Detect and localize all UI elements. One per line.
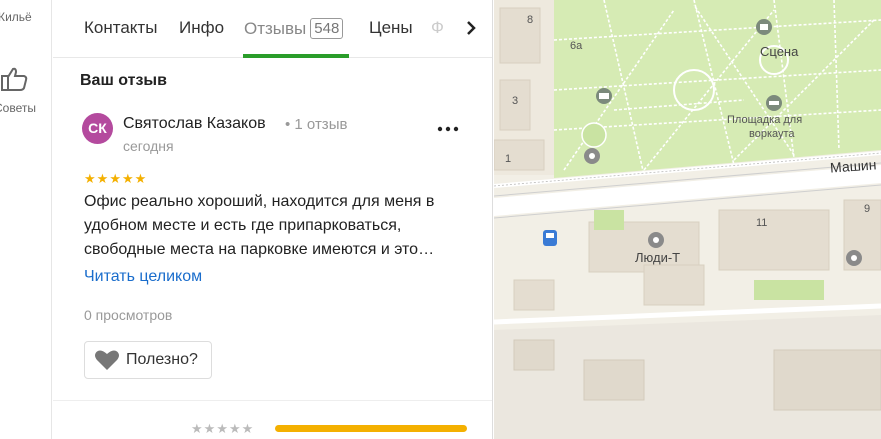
map-label-workout: Площадка для xyxy=(727,114,803,126)
map-label-scene: Сцена xyxy=(760,44,799,59)
avatar[interactable]: СК xyxy=(82,113,113,144)
map-house-number: 3 xyxy=(512,95,519,107)
chevron-right-icon[interactable] xyxy=(457,12,487,44)
summary-stars: ★ ★ ★ ★ ★ xyxy=(191,422,253,436)
tabs-bar: Контакты Инфо Отзывы 548 Цены Ф xyxy=(53,0,492,58)
read-more-link[interactable]: Читать целиком xyxy=(84,268,202,286)
star-empty-icon: ★ xyxy=(191,421,203,436)
place-pin-icon[interactable] xyxy=(846,250,862,266)
map-house-number: 11 xyxy=(756,217,768,229)
star-icon: ★ xyxy=(84,171,96,186)
tab-overflow[interactable]: Ф xyxy=(431,18,444,38)
review-text: Офис реально хороший, находится для меня… xyxy=(84,193,435,258)
review-date: сегодня xyxy=(123,138,174,154)
star-empty-icon: ★ xyxy=(228,421,241,436)
map-house-number: 6а xyxy=(570,40,583,52)
review-author-count: • 1 отзыв xyxy=(285,116,348,133)
heart-icon xyxy=(95,350,119,370)
map-label-place: Люди-Т xyxy=(635,250,681,265)
star-empty-icon: ★ xyxy=(203,421,216,436)
more-dots-icon[interactable] xyxy=(433,118,463,140)
map[interactable]: 8 6а 3 1 Сцена Площадка для воркаута Маш… xyxy=(494,0,881,439)
music-icon[interactable] xyxy=(756,19,772,35)
tab-prices[interactable]: Цены xyxy=(369,18,413,38)
bus-stop-icon[interactable] xyxy=(543,230,557,246)
rail-item-tips-label: Советы xyxy=(0,101,36,115)
rail-item-housing-label: Жильё xyxy=(0,10,32,24)
place-pin-icon[interactable] xyxy=(648,232,664,248)
tab-info-label: Инфо xyxy=(179,18,225,37)
review-rating-stars: ★ ★ ★ ★ ★ xyxy=(84,172,146,186)
active-tab-indicator xyxy=(243,54,349,58)
reviews-count-badge: 548 xyxy=(310,18,344,39)
useful-button[interactable]: Полезно? xyxy=(84,341,212,379)
map-house-number: 8 xyxy=(527,14,534,26)
review-views: 0 просмотров xyxy=(84,307,173,323)
rating-distribution-bar xyxy=(275,425,467,432)
star-icon: ★ xyxy=(96,171,109,186)
tab-reviews-label: Отзывы xyxy=(244,19,307,38)
theater-icon[interactable] xyxy=(596,88,612,104)
star-icon: ★ xyxy=(121,171,134,186)
review-author[interactable]: Святослав Казаков xyxy=(123,115,266,133)
tab-prices-label: Цены xyxy=(369,18,413,37)
tab-contacts[interactable]: Контакты xyxy=(84,18,157,38)
map-canvas[interactable] xyxy=(494,0,881,439)
star-empty-icon: ★ xyxy=(216,421,228,436)
map-house-number: 1 xyxy=(505,153,512,165)
your-review-title: Ваш отзыв xyxy=(80,72,167,89)
thumbs-up-icon[interactable] xyxy=(0,64,30,94)
org-panel: Контакты Инфо Отзывы 548 Цены Ф Ваш отзыв… xyxy=(53,0,493,439)
side-rail: Жильё Советы xyxy=(0,0,52,439)
star-icon: ★ xyxy=(109,171,121,186)
map-street-label: Машин xyxy=(829,156,877,176)
tab-reviews[interactable]: Отзывы 548 xyxy=(244,18,344,39)
map-label-workout-2: воркаута xyxy=(749,128,795,140)
star-empty-icon: ★ xyxy=(241,421,254,436)
divider xyxy=(53,400,492,401)
useful-label: Полезно? xyxy=(126,351,198,368)
fitness-icon[interactable] xyxy=(766,95,782,111)
place-pin-icon[interactable] xyxy=(584,148,600,164)
star-icon: ★ xyxy=(134,171,147,186)
map-house-number: 9 xyxy=(864,203,871,215)
tab-contacts-label: Контакты xyxy=(84,18,158,37)
tab-info[interactable]: Инфо xyxy=(179,18,224,38)
